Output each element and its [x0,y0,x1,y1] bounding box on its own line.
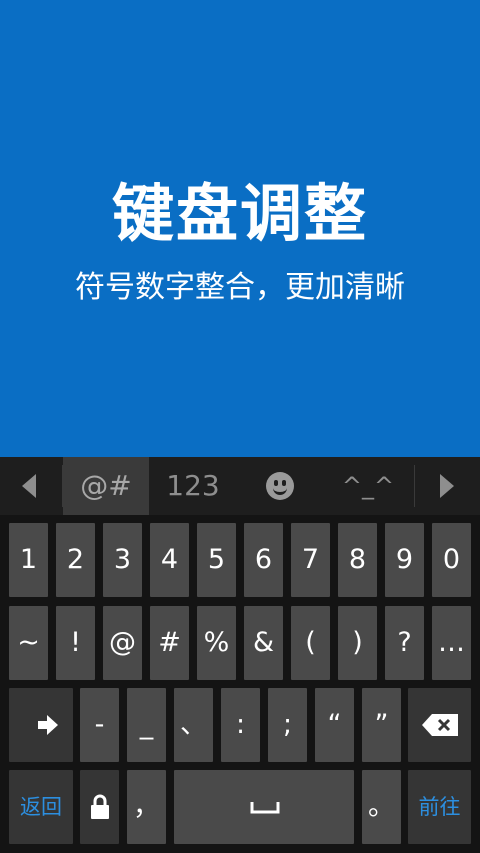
key-exclamation[interactable]: ! [56,606,95,680]
triangle-right-icon[interactable] [440,474,454,498]
banner-title: 键盘调整 [111,177,368,250]
symbol-keyboard: @# 123 ^_^ 1 2 3 4 5 6 7 8 9 0 ~ ! @ # %… [0,457,480,853]
go-button[interactable]: 前往 [408,770,471,844]
key-right-paren[interactable]: ) [338,606,377,680]
key-2[interactable]: 2 [56,523,95,597]
key-7[interactable]: 7 [291,523,330,597]
arrow-right-icon [38,715,58,735]
key-fullwidth-comma[interactable]: ， [127,770,166,844]
divider [414,465,415,507]
key-colon[interactable]: : [221,688,260,762]
key-fullwidth-period[interactable]: 。 [362,770,401,844]
key-hash[interactable]: # [150,606,189,680]
promo-banner: 键盘调整 符号数字整合，更加清晰 [0,0,480,457]
key-9[interactable]: 9 [385,523,424,597]
key-hyphen[interactable]: - [80,688,119,762]
key-4[interactable]: 4 [150,523,189,597]
tab-numbers[interactable]: 123 [152,457,234,515]
symbol-category-bar: @# 123 ^_^ [0,457,480,515]
space-key[interactable] [174,770,354,844]
smiley-icon[interactable] [266,472,294,500]
key-at[interactable]: @ [103,606,142,680]
key-semicolon[interactable]: ; [268,688,307,762]
tab-symbols[interactable]: @# [63,457,149,515]
lock-key[interactable] [80,770,119,844]
shift-key[interactable] [9,688,73,762]
backspace-icon [422,714,458,736]
key-right-quote[interactable]: ” [362,688,401,762]
key-5[interactable]: 5 [197,523,236,597]
lock-icon [91,794,109,819]
key-ampersand[interactable]: & [244,606,283,680]
banner-subtitle: 符号数字整合，更加清晰 [75,270,405,305]
key-tilde[interactable]: ~ [9,606,48,680]
key-underscore[interactable]: _ [127,688,166,762]
key-0[interactable]: 0 [432,523,471,597]
key-3[interactable]: 3 [103,523,142,597]
tab-kaomoji[interactable]: ^_^ [330,457,406,515]
key-percent[interactable]: % [197,606,236,680]
key-left-paren[interactable]: ( [291,606,330,680]
backspace-key[interactable] [408,688,471,762]
key-enumeration-comma[interactable]: 、 [174,688,213,762]
key-1[interactable]: 1 [9,523,48,597]
key-6[interactable]: 6 [244,523,283,597]
key-left-quote[interactable]: “ [315,688,354,762]
key-8[interactable]: 8 [338,523,377,597]
triangle-left-icon[interactable] [22,474,36,498]
key-ellipsis[interactable]: … [432,606,471,680]
key-question[interactable]: ? [385,606,424,680]
space-icon [250,802,280,814]
back-button[interactable]: 返回 [9,770,73,844]
